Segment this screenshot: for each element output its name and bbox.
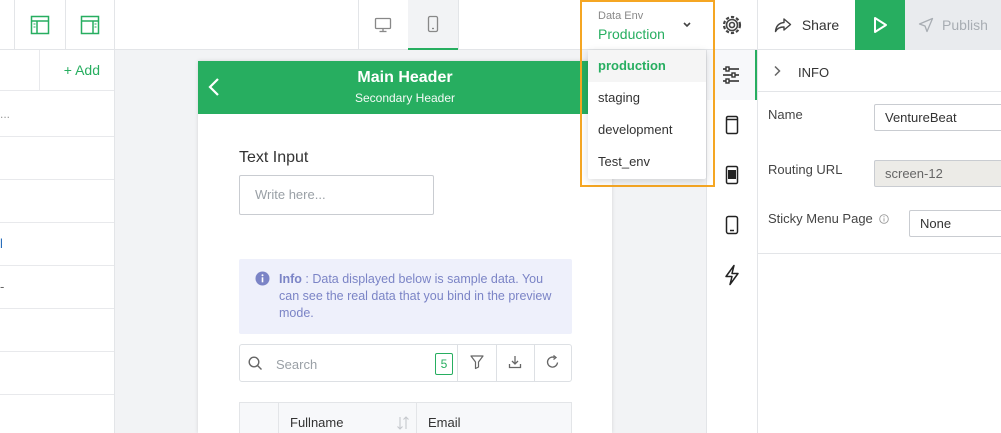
list-item-label: - [0, 279, 5, 294]
layout-panel-icon [80, 15, 100, 35]
text-input-label: Text Input [239, 149, 309, 166]
share-button[interactable]: Share [758, 0, 855, 50]
env-option-staging[interactable]: staging [588, 82, 706, 114]
filter-icon[interactable] [470, 354, 484, 370]
search-icon [248, 356, 262, 370]
sort-icon[interactable] [396, 416, 410, 430]
properties-panel: INFO Name VentureBeat Routing URL screen… [758, 50, 1001, 433]
column-divider [416, 403, 417, 433]
header-divider [39, 50, 40, 90]
actions-tool[interactable] [707, 250, 757, 300]
routing-url-field: screen-12 [874, 160, 1001, 187]
publish-button[interactable]: Publish [905, 0, 1001, 50]
phone-preview: Main Header Secondary Header Text Input … [198, 61, 612, 433]
search-divider [534, 345, 535, 381]
left-panel: + Add ... l - [0, 50, 115, 433]
send-icon [918, 17, 934, 33]
share-label: Share [801, 17, 840, 33]
info-text: : Data displayed below is sample data. Y… [279, 272, 552, 320]
lightning-icon [725, 264, 739, 286]
list-item[interactable] [0, 137, 114, 180]
tablet-filled-icon [725, 165, 739, 185]
column-header-email[interactable]: Email [428, 415, 461, 430]
download-icon[interactable] [508, 354, 522, 370]
list-item[interactable] [0, 352, 114, 395]
mobile-view-button[interactable] [408, 0, 458, 50]
refresh-icon[interactable] [545, 354, 560, 370]
share-icon [774, 18, 792, 33]
desktop-icon [374, 17, 392, 33]
table-search-bar: Search 5 [239, 344, 572, 382]
toolbar-divider [458, 0, 459, 50]
sticky-menu-label: Sticky Menu Page [768, 211, 890, 226]
env-option-production[interactable]: production [588, 50, 706, 82]
info-icon [255, 271, 270, 286]
list-item[interactable]: l [0, 223, 114, 266]
add-button[interactable]: + Add [64, 62, 100, 78]
list-item[interactable] [0, 309, 114, 352]
section-title: INFO [798, 65, 830, 80]
list-item[interactable]: - [0, 266, 114, 309]
chevron-right-icon [774, 65, 781, 77]
mobile-icon [427, 15, 439, 33]
header-subtitle: Secondary Header [354, 91, 456, 105]
tablet-outline-icon [725, 115, 739, 135]
phone-icon [725, 215, 739, 235]
layout-left-button[interactable] [15, 0, 65, 50]
play-icon [874, 17, 887, 33]
env-option-test[interactable]: Test_env [588, 146, 706, 178]
top-toolbar: Data Env Production Share Publish [0, 0, 1001, 50]
info-icon [879, 214, 890, 224]
publish-label: Publish [942, 17, 988, 33]
column-header-fullname[interactable]: Fullname [290, 415, 343, 430]
toolbar-divider [114, 0, 115, 50]
section-divider [758, 253, 1001, 254]
device-tool[interactable] [707, 200, 757, 250]
header-title: Main Header [357, 69, 453, 86]
list-item-label: ... [0, 107, 11, 121]
preview-button[interactable] [855, 0, 905, 50]
left-panel-header: + Add [0, 50, 114, 91]
search-divider [457, 345, 458, 381]
sliders-icon [723, 66, 739, 84]
search-divider [496, 345, 497, 381]
name-field[interactable]: VentureBeat [874, 104, 1001, 131]
gear-icon [722, 15, 742, 35]
env-option-development[interactable]: development [588, 114, 706, 146]
list-item-label: l [0, 236, 3, 251]
layout-sidebar-icon [30, 15, 50, 35]
table-header: Fullname Email [239, 402, 572, 433]
sticky-menu-label-text: Sticky Menu Page [768, 211, 873, 226]
layout-right-button[interactable] [66, 0, 114, 50]
env-dropdown-menu: production staging development Test_env [588, 50, 706, 179]
list-item[interactable] [0, 180, 114, 223]
result-count-badge: 5 [435, 353, 453, 375]
search-input[interactable]: Search [276, 357, 317, 372]
info-banner: Info : Data displayed below is sample da… [239, 259, 572, 334]
info-section-header[interactable]: INFO [758, 50, 1001, 92]
sticky-menu-select[interactable]: None [909, 210, 1001, 237]
routing-url-label: Routing URL [768, 162, 843, 177]
list-item[interactable]: ... [0, 91, 114, 137]
app-header: Main Header Secondary Header [198, 61, 612, 114]
name-label: Name [768, 107, 803, 122]
desktop-view-button[interactable] [359, 0, 407, 50]
column-divider [278, 403, 279, 433]
info-title: Info [279, 272, 302, 286]
text-input-field[interactable]: Write here... [239, 175, 434, 215]
